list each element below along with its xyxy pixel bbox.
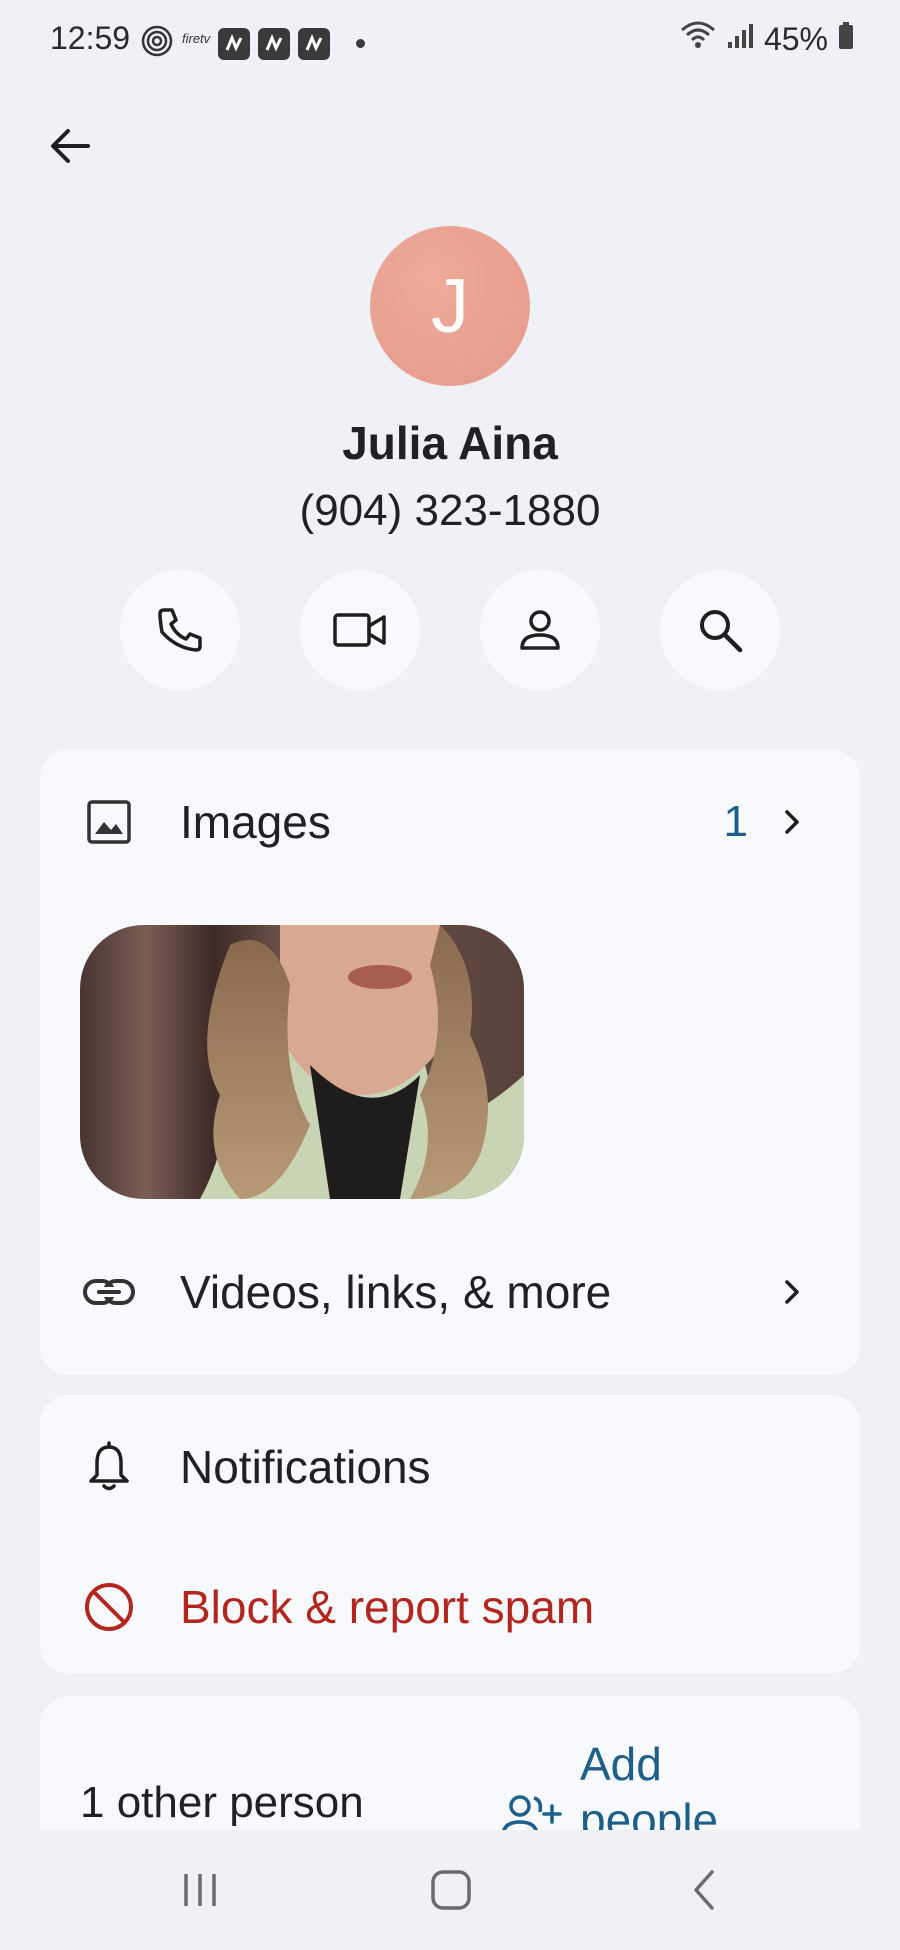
home-icon — [431, 1870, 471, 1910]
videos-links-label: Videos, links, & more — [180, 1266, 612, 1318]
chevron-left-icon — [694, 1870, 714, 1910]
firetv-icon: firetv — [182, 31, 211, 46]
block-icon — [82, 1580, 136, 1634]
battery-percent: 45% — [763, 20, 828, 57]
app-notification-icon — [218, 27, 251, 60]
settings-card: Notifications Block & report spam — [40, 1395, 860, 1673]
back-button[interactable] — [42, 118, 98, 174]
videos-links-row[interactable]: Videos, links, & more — [40, 1260, 860, 1324]
notifications-label: Notifications — [180, 1441, 431, 1493]
image-thumbnail[interactable] — [80, 925, 524, 1199]
block-report-label: Block & report spam — [180, 1581, 595, 1633]
call-button[interactable] — [120, 570, 240, 690]
phone-icon — [158, 608, 202, 652]
search-icon — [700, 610, 743, 653]
images-label: Images — [180, 796, 331, 848]
signal-icon — [726, 21, 754, 58]
bell-icon — [82, 1440, 136, 1494]
image-icon — [82, 795, 136, 849]
arrow-left-icon — [51, 129, 90, 163]
system-icons: 45% — [680, 20, 854, 58]
wifi-icon — [680, 20, 716, 58]
notification-icons: firetv — [140, 24, 366, 63]
chevron-right-icon — [774, 804, 810, 840]
block-report-row[interactable]: Block & report spam — [40, 1575, 860, 1639]
home-button[interactable] — [421, 1860, 481, 1920]
status-time: 12:59 — [50, 20, 131, 56]
media-card: Images 1 Videos, links, & more — [40, 750, 860, 1375]
contact-info-button[interactable] — [480, 570, 600, 690]
back-nav-button[interactable] — [674, 1860, 734, 1920]
navigation-bar — [0, 1830, 900, 1950]
other-person-label: 1 other person — [80, 1778, 364, 1827]
video-call-button[interactable] — [300, 570, 420, 690]
images-row[interactable]: Images 1 — [40, 790, 860, 854]
notifications-row[interactable]: Notifications — [40, 1435, 860, 1499]
more-notifications-dot — [356, 39, 366, 48]
app-notification-icon — [298, 27, 331, 60]
contact-phone: (904) 323-1880 — [299, 486, 601, 535]
contact-name: Julia Aina — [342, 417, 558, 469]
person-icon — [520, 610, 560, 650]
battery-icon — [838, 21, 854, 58]
recent-apps-icon — [184, 1874, 216, 1906]
status-bar: 12:59 firetv 45% — [0, 0, 900, 84]
app-notification-icon — [258, 27, 291, 60]
recent-apps-button[interactable] — [170, 1860, 230, 1920]
link-icon — [82, 1265, 136, 1319]
images-count: 1 — [723, 797, 748, 846]
search-button[interactable] — [660, 570, 780, 690]
conversation-details-screen: 12:59 firetv 45% J Julia Aina (904) 323-… — [0, 0, 900, 1950]
fingerprint-icon — [140, 24, 174, 63]
video-icon — [333, 613, 386, 647]
contact-avatar[interactable]: J — [370, 226, 530, 386]
contact-actions — [120, 570, 780, 690]
chevron-right-icon — [774, 1274, 810, 1310]
